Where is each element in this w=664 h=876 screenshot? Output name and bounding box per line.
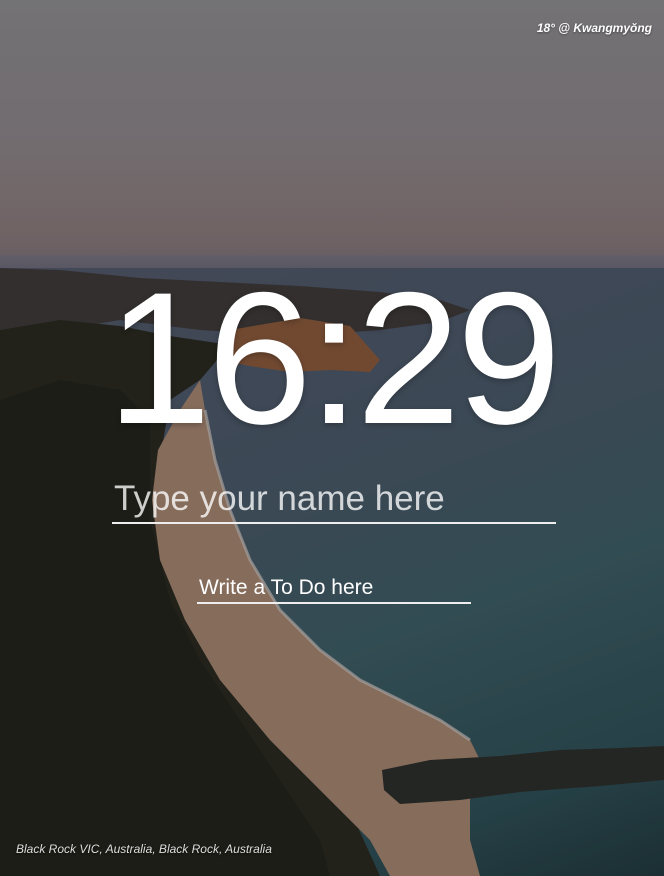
clock-separator: : [307, 253, 360, 463]
clock-hours: 16 [106, 253, 312, 463]
clock-minutes: 29 [356, 253, 561, 463]
photo-location[interactable]: Black Rock VIC, Australia, Black Rock, A… [16, 842, 272, 856]
name-input[interactable] [112, 476, 556, 524]
clock: 16:29 [0, 253, 664, 463]
todo-input[interactable] [197, 574, 471, 604]
weather-widget[interactable]: 18° @ Kwangmyŏng [537, 21, 652, 35]
